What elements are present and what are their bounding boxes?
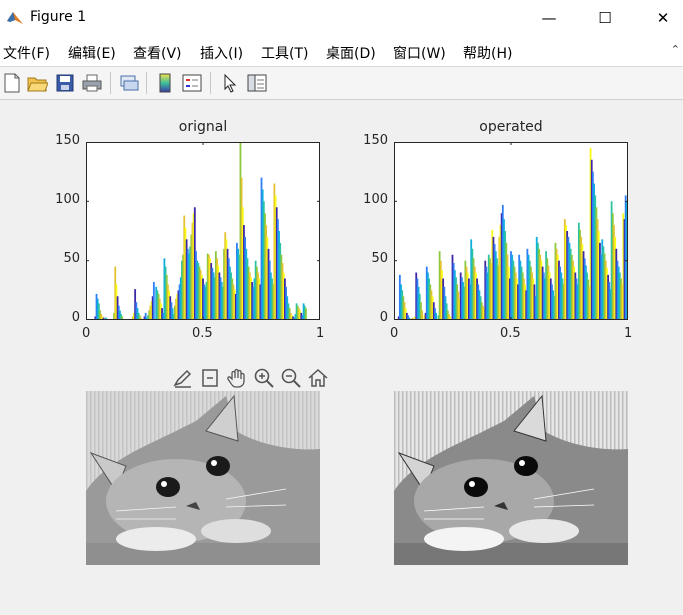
histogram-operated[interactable] <box>394 142 628 320</box>
y-tick-label: 100 <box>55 192 80 207</box>
menu-window[interactable]: 窗口(W) <box>393 43 446 63</box>
minimize-icon: — <box>541 9 557 27</box>
legend-icon[interactable] <box>181 72 203 94</box>
property-inspector-icon[interactable] <box>246 72 268 94</box>
open-icon[interactable] <box>26 72 48 94</box>
brush-icon[interactable] <box>172 367 194 389</box>
menu-file[interactable]: 文件(F) <box>3 43 50 63</box>
histogram-bar <box>435 312 438 320</box>
new-figure-icon[interactable] <box>1 72 23 94</box>
x-tick-label: 0.5 <box>192 326 213 341</box>
menu-desktop[interactable]: 桌面(D) <box>326 43 376 63</box>
toolbar-separator <box>110 72 111 94</box>
cat-image-original <box>86 391 320 565</box>
axes-title-operated: operated <box>479 119 543 135</box>
link-icon[interactable] <box>118 72 140 94</box>
maximize-button[interactable]: ☐ <box>583 0 627 36</box>
figure-toolbar <box>0 67 683 100</box>
menu-edit[interactable]: 编辑(E) <box>68 43 116 63</box>
x-tick-label: 1 <box>316 326 325 341</box>
menu-tools[interactable]: 工具(T) <box>261 43 308 63</box>
matlab-logo-icon <box>7 12 23 24</box>
x-tick-label: 0 <box>82 326 91 341</box>
zoom-in-icon[interactable] <box>253 367 275 389</box>
y-tick-label: 150 <box>363 133 388 148</box>
cat-image-operated <box>394 391 628 565</box>
histogram-orignal[interactable] <box>86 142 320 320</box>
histogram-bar <box>421 310 423 320</box>
save-icon[interactable] <box>54 72 76 94</box>
histogram-bar <box>152 282 155 320</box>
pan-icon[interactable] <box>226 367 248 389</box>
toolbar-separator <box>146 72 147 94</box>
zoom-out-icon[interactable] <box>280 367 302 389</box>
toolbar-separator <box>210 72 211 94</box>
data-tips-icon[interactable] <box>199 367 221 389</box>
y-tick-label: 0 <box>71 310 80 325</box>
minimize-button[interactable]: — <box>527 0 571 36</box>
menu-view[interactable]: 查看(V) <box>133 43 182 63</box>
x-tick-label: 1 <box>624 326 633 341</box>
menu-overflow-icon[interactable]: ⌃ <box>671 43 680 56</box>
menu-help[interactable]: 帮助(H) <box>463 43 512 63</box>
title-bar: Figure 1 — ☐ ✕ <box>0 0 683 36</box>
axes-title-orignal: orignal <box>178 119 228 135</box>
histogram-bar <box>305 308 307 320</box>
close-icon: ✕ <box>656 9 670 27</box>
window-title: Figure 1 <box>30 9 87 25</box>
y-tick-label: 150 <box>55 133 80 148</box>
home-icon[interactable] <box>307 367 329 389</box>
maximize-icon: ☐ <box>598 9 612 27</box>
close-button[interactable]: ✕ <box>641 0 683 36</box>
print-icon[interactable] <box>81 72 103 94</box>
y-tick-label: 0 <box>379 310 388 325</box>
x-tick-label: 0.5 <box>500 326 521 341</box>
x-tick-label: 0 <box>390 326 399 341</box>
y-tick-label: 50 <box>371 251 388 266</box>
y-tick-label: 100 <box>363 192 388 207</box>
menu-bar: 文件(F) 编辑(E) 查看(V) 插入(I) 工具(T) 桌面(D) 窗口(W… <box>0 36 683 67</box>
pointer-icon[interactable] <box>219 72 241 94</box>
menu-insert[interactable]: 插入(I) <box>200 43 243 63</box>
colorbar-icon[interactable] <box>154 72 176 94</box>
y-tick-label: 50 <box>63 251 80 266</box>
axes-toolbar <box>172 367 329 389</box>
